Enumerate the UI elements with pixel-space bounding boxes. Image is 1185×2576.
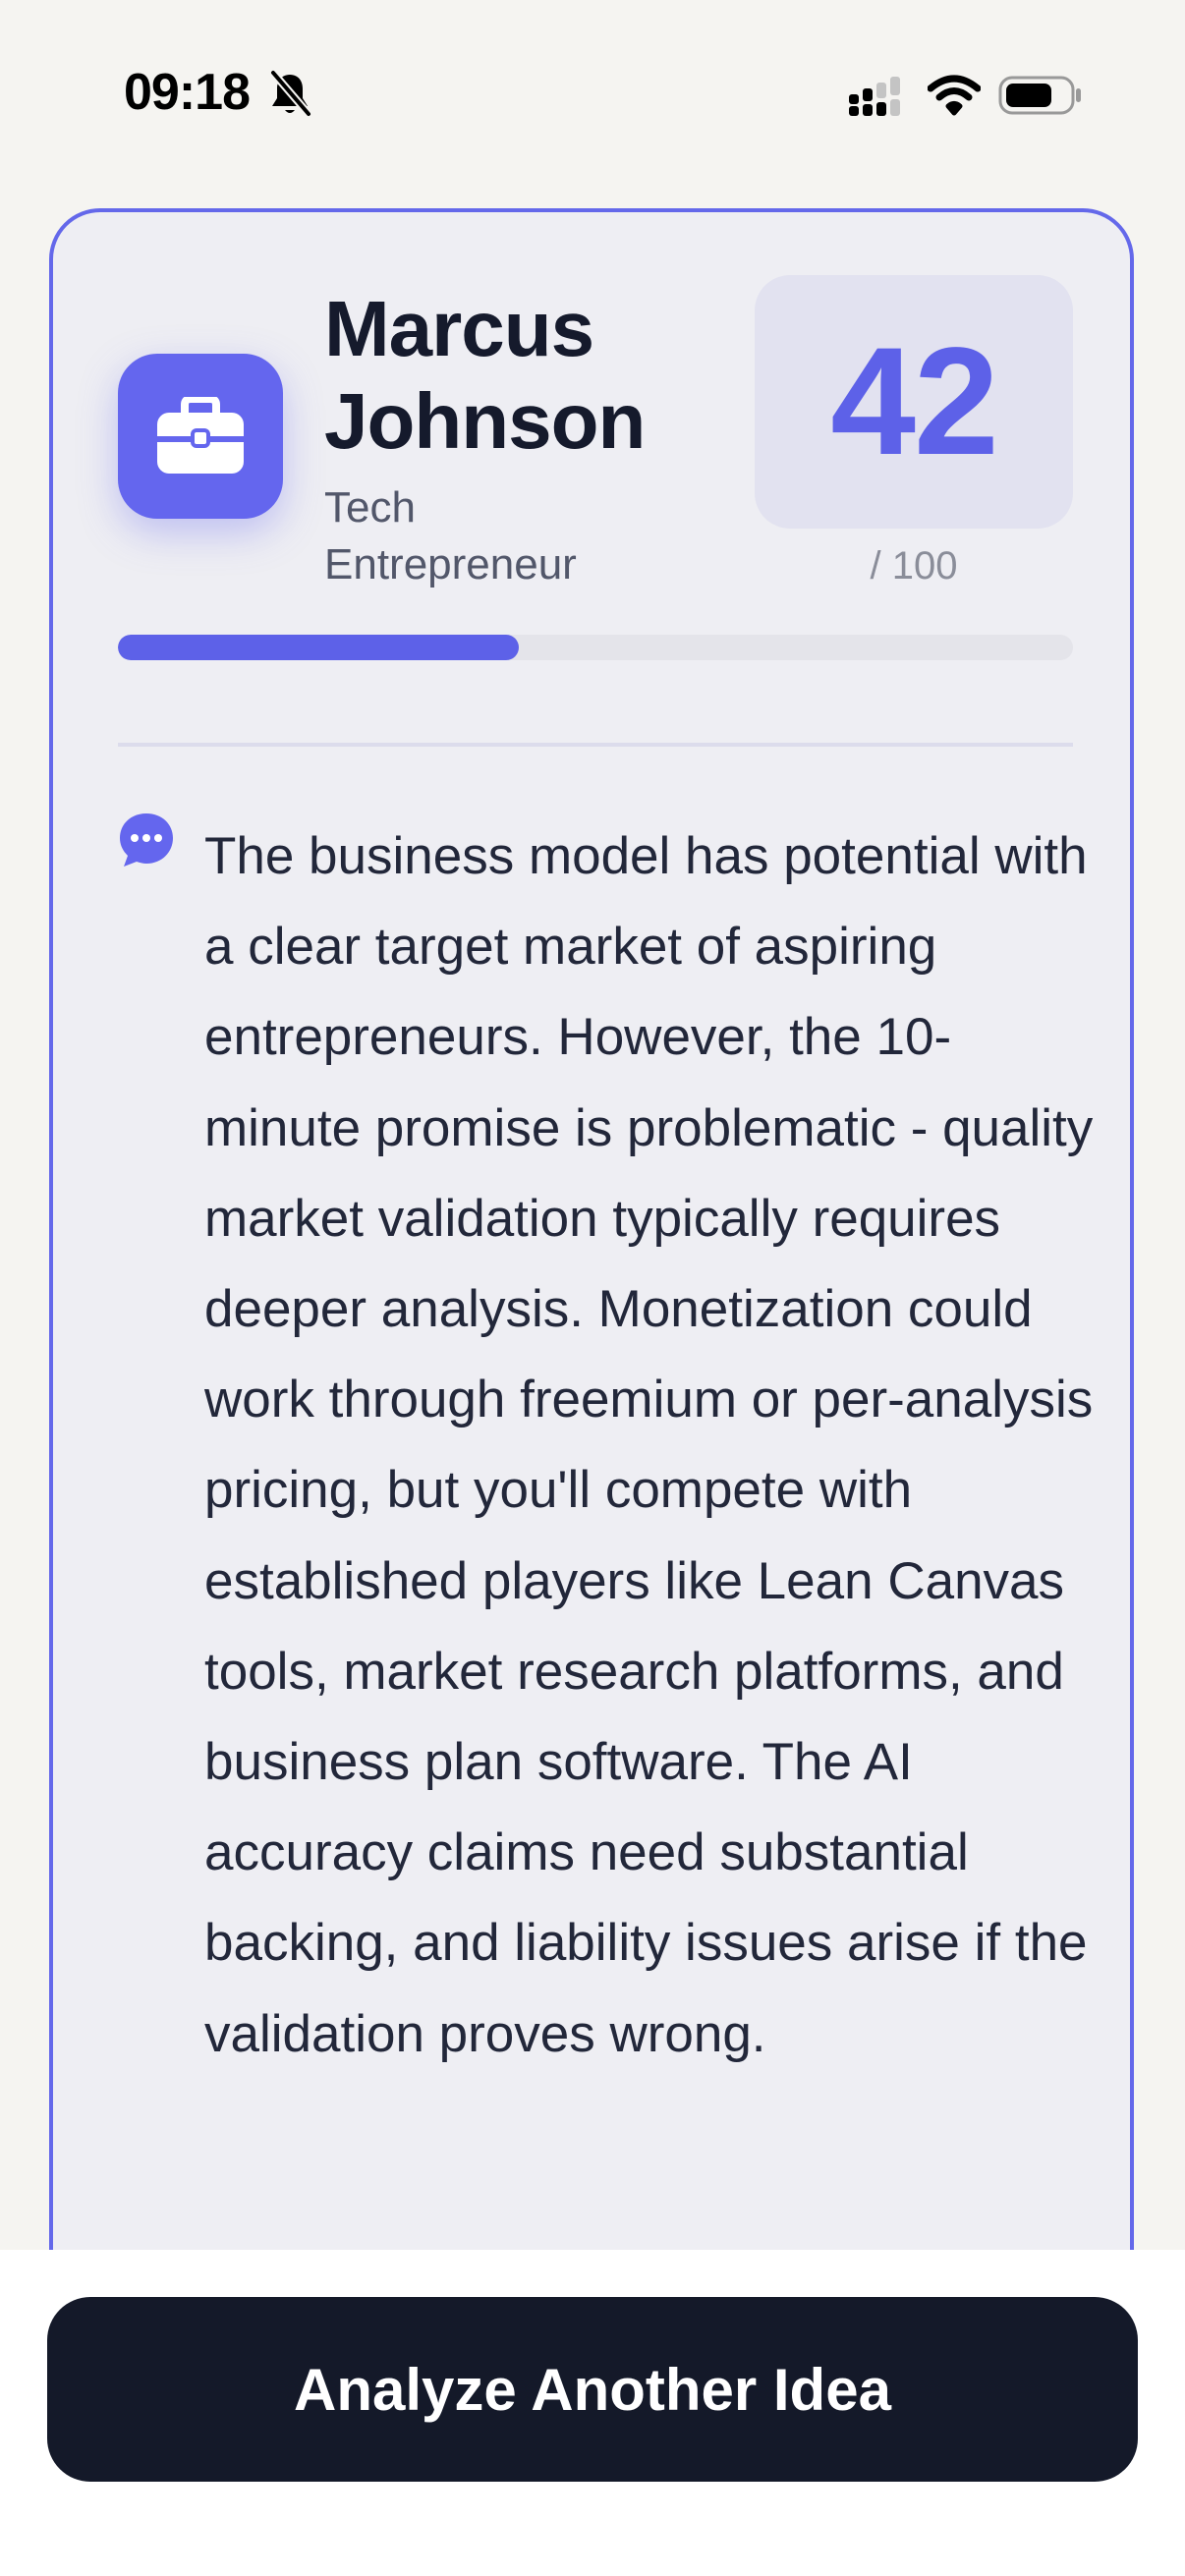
briefcase-icon [118, 354, 283, 519]
status-time: 09:18 [124, 64, 251, 121]
divider [118, 743, 1073, 747]
score-value: 42 [830, 315, 999, 487]
chat-bubble-icon [118, 812, 175, 868]
wifi-icon [927, 75, 982, 116]
status-bar: 09:18 [0, 0, 1185, 196]
analyze-another-idea-button[interactable]: Analyze Another Idea [47, 2297, 1138, 2482]
feedback-text: The business model has potential with a … [204, 827, 1094, 2063]
cellular-signal-icon [847, 77, 906, 116]
profile-role: Tech Entrepreneur [324, 483, 577, 588]
score-progress-fill [118, 635, 520, 660]
score-box: 42 [755, 275, 1073, 529]
bell-slash-icon [267, 69, 312, 118]
score-progress-bar [118, 635, 1073, 660]
battery-icon [998, 75, 1083, 116]
bottom-action-area: Analyze Another Idea [0, 2250, 1185, 2576]
result-card: Marcus Johnson Tech Entrepreneur 42 / 10… [49, 208, 1134, 2370]
profile-name: Marcus Johnson [324, 285, 646, 465]
score-max-label: / 100 [870, 544, 958, 588]
